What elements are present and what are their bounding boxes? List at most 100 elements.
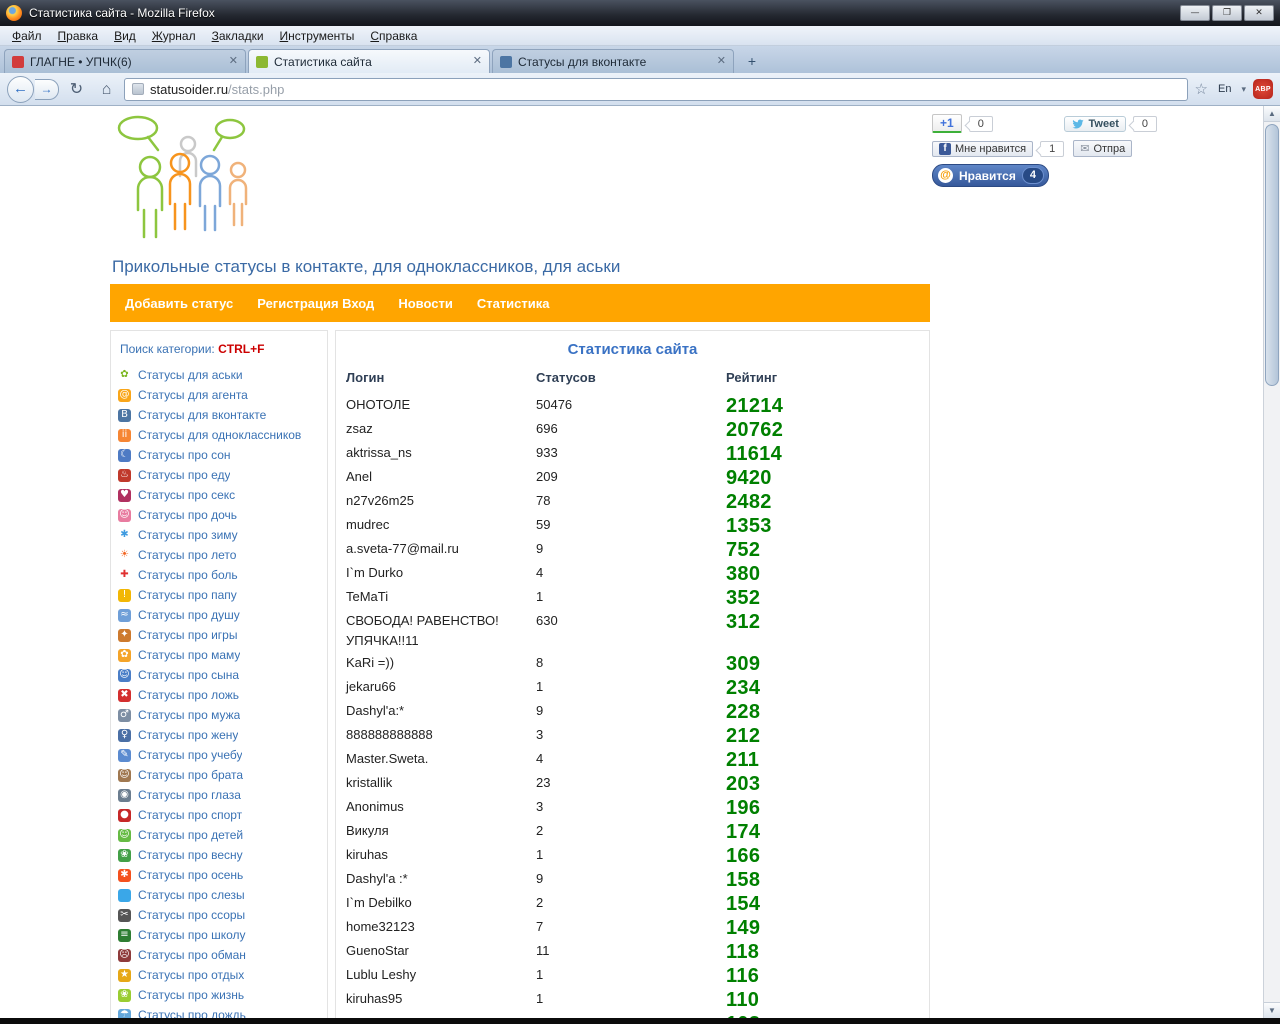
sidebar-category-link[interactable]: ♥ Статусы про секс	[118, 485, 320, 505]
sidebar-category-link[interactable]: ✂ Статусы про ссоры	[118, 905, 320, 925]
sidebar-category-link[interactable]: ✱ Статусы про осень	[118, 865, 320, 885]
sidebar-category-link[interactable]: ✱ Статусы про зиму	[118, 525, 320, 545]
adblock-plus-icon[interactable]: ABP	[1253, 79, 1273, 99]
category-label: Статусы про еду	[138, 468, 231, 482]
sidebar-category-link[interactable]: В Статусы для вконтакте	[118, 405, 320, 425]
maximize-button[interactable]: ❐	[1212, 5, 1242, 21]
category-icon: ✱	[118, 868, 131, 882]
menu-item[interactable]: Закладки	[204, 27, 272, 45]
tab-label: Статусы для вконтакте	[518, 54, 647, 69]
sidebar-category-link[interactable]: Статусы про слезы	[118, 885, 320, 905]
sidebar-category-link[interactable]: ☺ Статусы про брата	[118, 765, 320, 785]
sidebar-category-link[interactable]: ❀ Статусы про весну	[118, 845, 320, 865]
menu-item[interactable]: Файл	[4, 27, 50, 45]
tweet-count: 0	[1132, 115, 1157, 132]
user-rating: 212	[726, 725, 761, 747]
tab-close-icon[interactable]: ✕	[717, 56, 726, 67]
sidebar-category-link[interactable]: ☀ Статусы про лето	[118, 545, 320, 565]
page-favicon-icon	[132, 83, 144, 95]
menu-item[interactable]: Справка	[362, 27, 425, 45]
tab-close-icon[interactable]: ✕	[473, 56, 482, 67]
category-label: Статусы про школу	[138, 928, 246, 942]
browser-tab[interactable]: ГЛАГНЕ • УПЧК(6) ✕	[4, 49, 246, 73]
sidebar-category-link[interactable]: ☺ Статусы про детей	[118, 825, 320, 845]
sidebar-category-link[interactable]: ! Статусы про папу	[118, 585, 320, 605]
sidebar-category-link[interactable]: ≈ Статусы про душу	[118, 605, 320, 625]
site-nav-link[interactable]: Статистика	[477, 296, 550, 311]
sidebar-category-link[interactable]: ☺ Статусы про сына	[118, 665, 320, 685]
sidebar-category-link[interactable]: ☹ Статусы про обман	[118, 945, 320, 965]
sidebar-category-link[interactable]: ii Статусы для одноклассников	[118, 425, 320, 445]
menu-item[interactable]: Вид	[106, 27, 144, 45]
sidebar-category-link[interactable]: ✖ Статусы про ложь	[118, 685, 320, 705]
sidebar-category-link[interactable]: ✚ Статусы про боль	[118, 565, 320, 585]
language-button[interactable]: En	[1215, 82, 1234, 96]
menu-item[interactable]: Правка	[50, 27, 107, 45]
scroll-up-arrow[interactable]: ▲	[1264, 106, 1280, 122]
stats-row: ОНОТОЛЕ 50476 21214	[346, 394, 919, 418]
google-plusone-button[interactable]: +1	[932, 114, 962, 133]
web-page-content: Прикольные статусы в контакте, для однок…	[110, 112, 930, 1018]
sidebar-category-link[interactable]: ★ Статусы про отдых	[118, 965, 320, 985]
tab-label: ГЛАГНЕ • УПЧК(6)	[30, 54, 132, 69]
category-label: Статусы про секс	[138, 488, 236, 502]
user-rating: 211	[726, 749, 760, 771]
status-count: 9	[536, 541, 544, 556]
sidebar-category-link[interactable]: ☂ Статусы про дождь	[118, 1005, 320, 1018]
sidebar-category-link[interactable]: ♨ Статусы про еду	[118, 465, 320, 485]
sidebar-category-link[interactable]: ✦ Статусы про игры	[118, 625, 320, 645]
menu-item[interactable]: Инструменты	[272, 27, 363, 45]
column-header-rating: Рейтинг	[726, 370, 778, 385]
browser-tab[interactable]: Статистика сайта ✕	[248, 49, 490, 73]
category-label: Статусы про боль	[138, 568, 238, 582]
home-button[interactable]: ⌂	[94, 77, 119, 102]
category-label: Статусы про отдых	[138, 968, 245, 982]
browser-tab[interactable]: Статусы для вконтакте ✕	[492, 49, 734, 73]
sidebar-category-link[interactable]: ☺ Статусы про дочь	[118, 505, 320, 525]
category-label: Статусы про папу	[138, 588, 237, 602]
dropdown-caret-icon[interactable]: ▾	[1239, 84, 1248, 95]
bookmark-star-icon[interactable]: ☆	[1193, 82, 1210, 97]
vertical-scrollbar[interactable]: ▲ ▼	[1263, 106, 1280, 1018]
category-icon: ●	[118, 808, 131, 822]
stats-row: СВОБОДА! РАВЕНСТВО! УПЯЧКА!!11 630 312	[346, 610, 919, 652]
refresh-button[interactable]: ↻	[64, 77, 89, 102]
mailru-at-icon: @	[938, 168, 953, 183]
sidebar-category-link[interactable]: ✿ Статусы для аськи	[118, 365, 320, 385]
status-count: 1	[536, 847, 544, 862]
user-login: kiruhas95	[346, 991, 403, 1006]
sidebar-category-link[interactable]: ❀ Статусы про жизнь	[118, 985, 320, 1005]
sidebar-category-link[interactable]: ✿ Статусы про маму	[118, 645, 320, 665]
url-bar[interactable]: statusoider.ru/stats.php	[124, 77, 1188, 101]
back-button[interactable]: ←	[7, 75, 34, 103]
tab-bar: ГЛАГНЕ • УПЧК(6) ✕ Статистика сайта ✕ Ст…	[0, 46, 1280, 73]
sidebar-category-link[interactable]: ● Статусы про спорт	[118, 805, 320, 825]
forward-button[interactable]: →	[35, 78, 59, 100]
sidebar-category-link[interactable]: ♀ Статусы про жену	[118, 725, 320, 745]
user-rating: 149	[726, 917, 761, 939]
stats-row: home32123 7 149	[346, 916, 919, 940]
site-nav-link[interactable]: Добавить статус	[125, 296, 233, 311]
sidebar-category-link[interactable]: ♂ Статусы про мужа	[118, 705, 320, 725]
facebook-send-button[interactable]: ✉ Отпра	[1073, 140, 1133, 157]
site-nav-link[interactable]: Регистрация Вход	[257, 296, 374, 311]
sidebar-category-link[interactable]: ✎ Статусы про учебу	[118, 745, 320, 765]
tab-close-icon[interactable]: ✕	[229, 56, 238, 67]
close-button[interactable]: ✕	[1244, 5, 1274, 21]
scrollbar-thumb[interactable]	[1265, 124, 1279, 386]
category-icon: @	[118, 388, 131, 402]
tweet-button[interactable]: Tweet	[1063, 115, 1126, 132]
facebook-icon: f	[939, 142, 951, 155]
mailru-like-button[interactable]: @ Нравится 4	[932, 164, 1049, 187]
site-nav-link[interactable]: Новости	[398, 296, 453, 311]
facebook-like-button[interactable]: f Мне нравится	[932, 140, 1034, 157]
sidebar-category-link[interactable]: ≡ Статусы про школу	[118, 925, 320, 945]
sidebar-category-link[interactable]: @ Статусы для агента	[118, 385, 320, 405]
sidebar-category-link[interactable]: ◉ Статусы про глаза	[118, 785, 320, 805]
minimize-button[interactable]: —	[1180, 5, 1210, 21]
scroll-down-arrow[interactable]: ▼	[1264, 1002, 1280, 1018]
new-tab-button[interactable]: +	[739, 52, 765, 71]
category-label: Статусы про жену	[138, 728, 239, 742]
menu-item[interactable]: Журнал	[144, 27, 204, 45]
sidebar-category-link[interactable]: ☾ Статусы про сон	[118, 445, 320, 465]
